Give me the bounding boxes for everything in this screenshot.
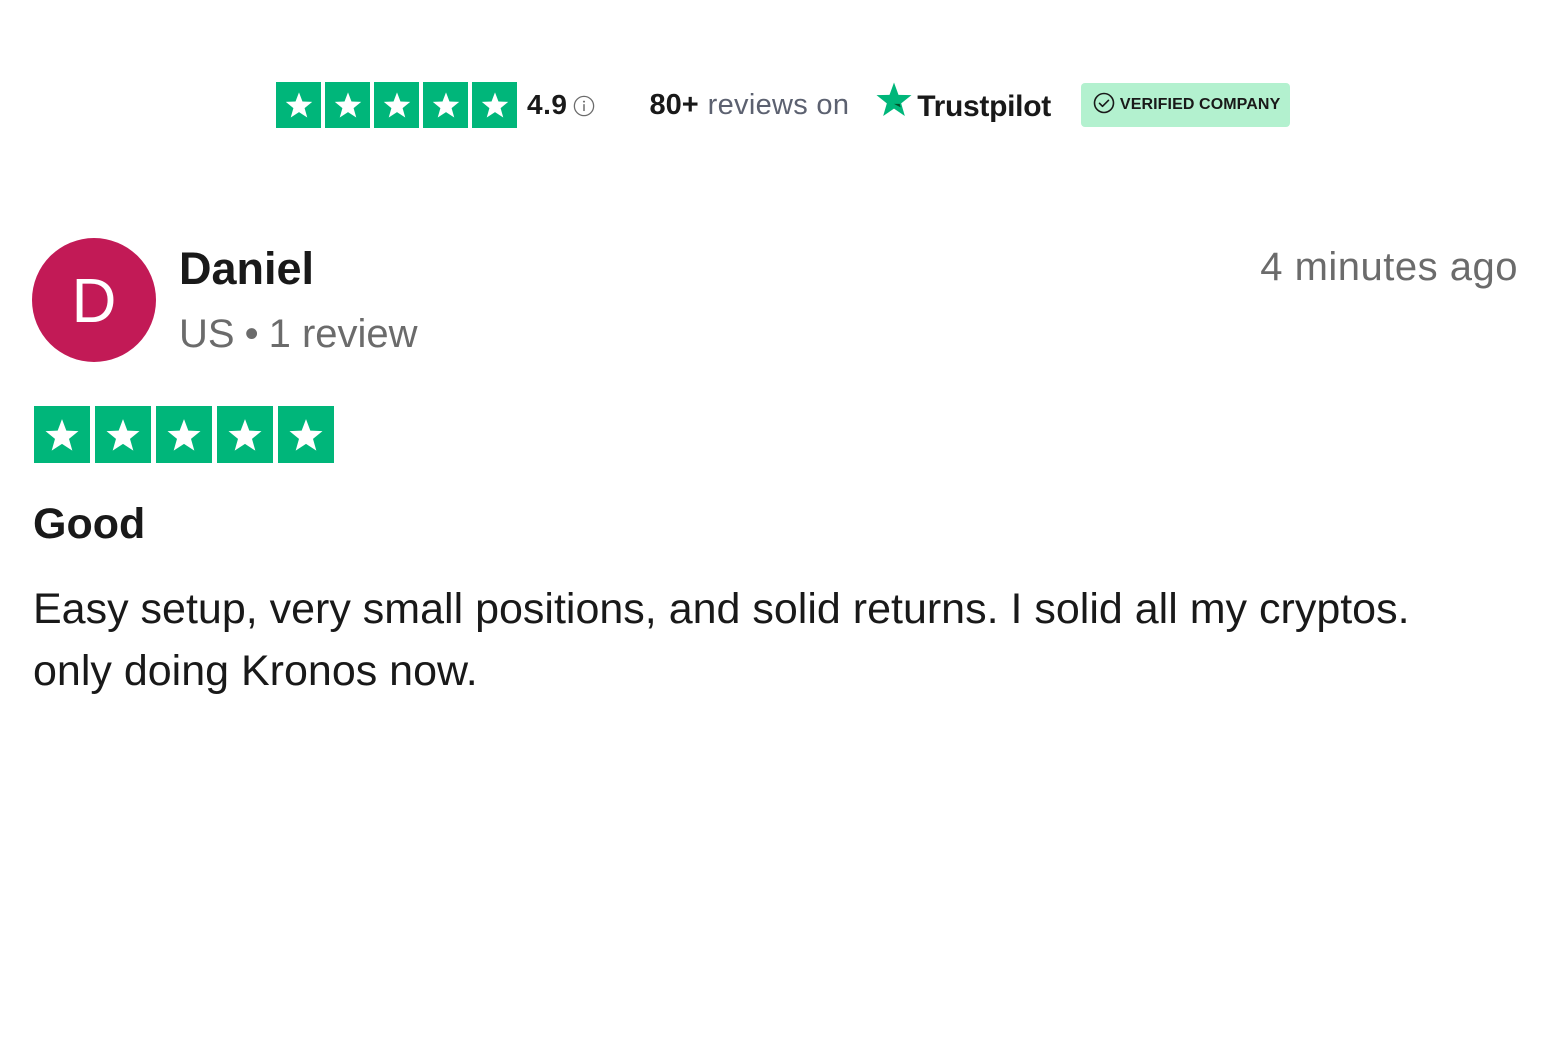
verified-company-badge: VERIFIED COMPANY (1080, 83, 1290, 127)
verified-company-label: VERIFIED COMPANY (1119, 96, 1281, 113)
rating-value: 4.9 (527, 89, 568, 120)
check-circle-icon (1092, 91, 1116, 120)
trustpilot-wordmark: Trustpilot (917, 90, 1051, 123)
review-body: Easy setup, very small positions, and so… (33, 585, 1410, 695)
review-title[interactable]: Good (33, 500, 145, 549)
reviewer-meta: US • 1 review (179, 312, 418, 357)
review-star-rating (34, 406, 334, 463)
star-icon (472, 82, 517, 128)
summary-star-rating (276, 82, 517, 128)
trustpilot-star-icon (873, 82, 915, 125)
star-icon (156, 406, 212, 463)
star-icon (276, 82, 321, 128)
star-icon (325, 82, 370, 128)
star-icon (278, 406, 334, 463)
reviewer-review-count: 1 review (268, 312, 418, 356)
reviewer-name[interactable]: Daniel (179, 243, 314, 295)
avatar-initial: D (71, 266, 117, 336)
reviewer-country: US (179, 312, 235, 356)
star-icon (374, 82, 419, 128)
meta-separator: • (244, 312, 259, 356)
info-circle-icon[interactable] (573, 95, 595, 117)
trustpilot-summary-bar: 4.9 80+ reviews on Trustpilot VERIFIED C… (276, 82, 1290, 128)
star-icon (217, 406, 273, 463)
reviews-on-label: reviews on (707, 88, 850, 121)
star-icon (423, 82, 468, 128)
review-page: 4.9 80+ reviews on Trustpilot VERIFIED C… (0, 0, 1560, 1050)
review-date: 4 minutes ago (1260, 245, 1518, 289)
star-icon (34, 406, 90, 463)
total-review-count: 80+ (649, 88, 699, 121)
trustpilot-logo[interactable]: Trustpilot (873, 82, 1051, 125)
star-icon (95, 406, 151, 463)
avatar[interactable]: D (32, 238, 156, 362)
